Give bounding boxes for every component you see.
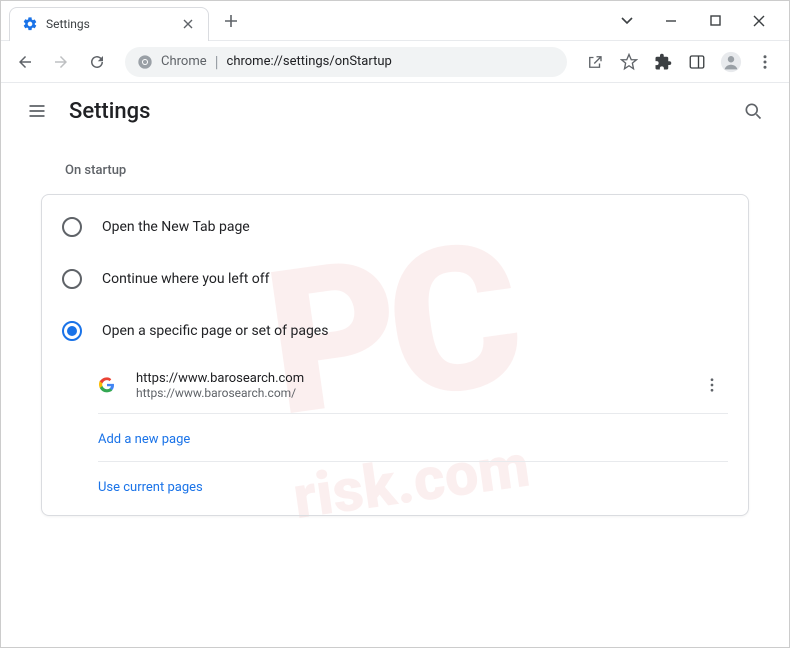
side-panel-icon[interactable] <box>681 46 713 78</box>
share-icon[interactable] <box>579 46 611 78</box>
radio-new-tab[interactable]: Open the New Tab page <box>42 201 748 253</box>
close-button[interactable] <box>749 11 769 31</box>
main: On startup Open the New Tab page Continu… <box>1 163 789 516</box>
omnibox-divider: | <box>215 52 219 71</box>
omnibox-url: chrome://settings/onStartup <box>227 54 392 69</box>
maximize-button[interactable] <box>705 11 725 31</box>
startup-page-url: https://www.barosearch.com/ <box>136 386 696 400</box>
toolbar: Chrome | chrome://settings/onStartup <box>1 41 789 83</box>
more-vert-icon[interactable] <box>696 369 728 401</box>
use-current-row[interactable]: Use current pages <box>98 462 728 509</box>
radio-specific-pages[interactable]: Open a specific page or set of pages <box>42 305 748 357</box>
radio-icon <box>62 321 82 341</box>
window-controls <box>617 11 789 31</box>
radio-icon <box>62 217 82 237</box>
add-page-row[interactable]: Add a new page <box>98 414 728 462</box>
more-icon[interactable] <box>749 46 781 78</box>
page-title: Settings <box>69 99 150 124</box>
close-icon[interactable] <box>180 16 196 32</box>
content: PC risk.com Settings On startup Open the… <box>1 83 789 647</box>
startup-card: Open the New Tab page Continue where you… <box>41 194 749 516</box>
new-tab-button[interactable] <box>217 7 245 35</box>
reload-button[interactable] <box>81 46 113 78</box>
extensions-icon[interactable] <box>647 46 679 78</box>
gear-icon <box>22 16 38 32</box>
bookmark-icon[interactable] <box>613 46 645 78</box>
menu-icon[interactable] <box>17 91 57 131</box>
omnibox-prefix: Chrome <box>161 54 207 69</box>
radio-continue[interactable]: Continue where you left off <box>42 253 748 305</box>
search-icon[interactable] <box>733 91 773 131</box>
window-tab-down-icon[interactable] <box>617 11 637 31</box>
radio-label: Open a specific page or set of pages <box>102 323 328 339</box>
profile-icon[interactable] <box>715 46 747 78</box>
startup-page-row: https://www.barosearch.com https://www.b… <box>98 357 728 414</box>
use-current-link[interactable]: Use current pages <box>98 480 203 495</box>
titlebar: Settings <box>1 1 789 41</box>
radio-label: Continue where you left off <box>102 271 270 287</box>
section-title: On startup <box>65 163 749 178</box>
google-favicon-icon <box>98 376 116 394</box>
tab-title: Settings <box>46 17 172 31</box>
radio-icon <box>62 269 82 289</box>
browser-tab[interactable]: Settings <box>9 7 209 41</box>
chrome-product-icon <box>137 54 153 70</box>
radio-label: Open the New Tab page <box>102 219 250 235</box>
settings-appbar: Settings <box>1 83 789 139</box>
back-button[interactable] <box>9 46 41 78</box>
startup-pages-list: https://www.barosearch.com https://www.b… <box>98 357 728 509</box>
minimize-button[interactable] <box>661 11 681 31</box>
startup-page-title: https://www.barosearch.com <box>136 371 696 386</box>
add-page-link[interactable]: Add a new page <box>98 432 190 447</box>
forward-button[interactable] <box>45 46 77 78</box>
omnibox[interactable]: Chrome | chrome://settings/onStartup <box>125 47 567 77</box>
